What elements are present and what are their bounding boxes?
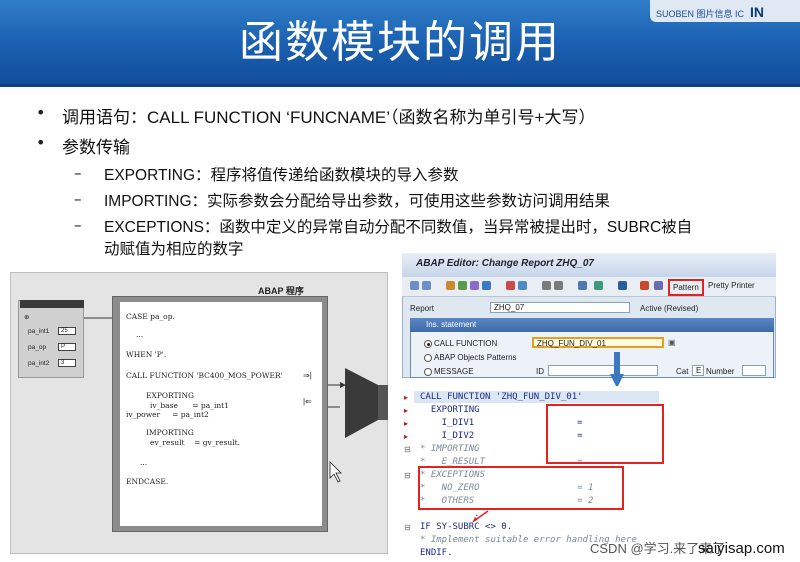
forward-arrow-icon[interactable] xyxy=(422,281,431,290)
collapse-toggle-icon[interactable]: ⊟ xyxy=(404,523,411,532)
pretty-printer-button[interactable]: Pretty Printer xyxy=(705,279,758,292)
copy-icon[interactable] xyxy=(554,281,563,290)
message-number-field[interactable] xyxy=(742,365,766,376)
line-marker-icon: ▸ xyxy=(404,419,409,428)
number-label: Number xyxy=(706,367,735,376)
abap-code-line: ... xyxy=(140,458,148,467)
test-icon[interactable] xyxy=(482,281,491,290)
option-call-function: CALL FUNCTION xyxy=(434,339,498,348)
cat-field[interactable]: E xyxy=(692,365,704,376)
id-label: ID xyxy=(536,367,544,376)
red-pointer-arrow-icon xyxy=(472,510,489,523)
code-line: EXPORTING xyxy=(420,405,480,415)
exporting-params-highlight xyxy=(546,404,664,464)
site-watermark: saiyisap.com xyxy=(698,540,785,557)
function-name-field[interactable]: ZHQ_FUN_DIV_01 xyxy=(532,337,664,348)
abap-code-line: ENDCASE. xyxy=(126,477,169,486)
sap-editor-title: ABAP Editor: Change Report ZHQ_07 xyxy=(402,253,776,277)
abap-code-line: WHEN 'P'. xyxy=(126,350,167,359)
mouse-cursor-icon xyxy=(329,461,342,483)
settings-icon[interactable] xyxy=(654,281,663,290)
function-module-edge xyxy=(378,385,388,420)
cat-label: Cat xyxy=(676,367,689,376)
message-id-field[interactable] xyxy=(548,365,658,376)
radio-abap-objects[interactable] xyxy=(424,354,432,362)
help-icon[interactable] xyxy=(640,281,649,290)
info-icon[interactable] xyxy=(618,281,627,290)
abap-code-line: iv_base = pa_int1 xyxy=(150,401,229,410)
collapse-toggle-icon[interactable]: ⊟ xyxy=(404,471,411,480)
abap-code-line: EXPORTING xyxy=(146,391,195,400)
pattern-button[interactable]: Pattern xyxy=(668,279,704,296)
object-list-icon[interactable] xyxy=(518,281,527,290)
radio-message[interactable] xyxy=(424,368,432,376)
line-marker-icon: ▸ xyxy=(404,406,409,415)
dialog-title: Ins. statement xyxy=(410,318,774,332)
collapse-toggle-icon[interactable]: ⊟ xyxy=(404,445,411,454)
breakpoint-icon[interactable] xyxy=(594,281,603,290)
abap-code-line: iv_power = pa_int2 xyxy=(126,410,209,419)
abap-code-line: IMPORTING xyxy=(146,428,194,437)
cut-icon[interactable] xyxy=(542,281,551,290)
report-label: Report xyxy=(410,304,435,313)
where-used-icon[interactable] xyxy=(506,281,515,290)
report-status: Active (Revised) xyxy=(640,304,699,313)
abap-code-line: CASE pa_op. xyxy=(126,312,175,321)
abap-code-line: ev_result = gv_result. xyxy=(150,438,241,447)
code-comment-line: * IMPORTING xyxy=(420,444,480,454)
code-line: ENDIF. xyxy=(420,548,453,558)
report-field[interactable]: ZHQ_07 xyxy=(490,302,630,313)
radio-call-function[interactable] xyxy=(424,340,432,348)
down-arrow-icon xyxy=(610,352,624,388)
export-param-icon: ⇒| xyxy=(303,371,312,380)
import-param-icon: |⇐ xyxy=(303,397,312,406)
check-icon[interactable] xyxy=(458,281,467,290)
function-module-shape xyxy=(345,368,378,438)
activate-icon[interactable] xyxy=(470,281,479,290)
exceptions-highlight xyxy=(418,466,624,510)
line-marker-icon: ▸ xyxy=(404,393,409,402)
code-line: CALL FUNCTION 'ZHQ_FUN_DIV_01' xyxy=(420,392,583,402)
option-abap-objects: ABAP Objects Patterns xyxy=(434,353,517,362)
hierarchy-icon[interactable] xyxy=(578,281,587,290)
display-change-icon[interactable] xyxy=(446,281,455,290)
abap-code-line: CALL FUNCTION 'BC400_MOS_POWER' xyxy=(126,371,283,380)
abap-code-line: ... xyxy=(136,330,144,339)
line-marker-icon: ▸ xyxy=(404,432,409,441)
search-help-icon[interactable]: ▣ xyxy=(668,338,676,347)
back-arrow-icon[interactable] xyxy=(410,281,419,290)
code-line: IF SY-SUBRC <> 0. xyxy=(420,522,513,532)
option-message: MESSAGE xyxy=(434,367,474,376)
